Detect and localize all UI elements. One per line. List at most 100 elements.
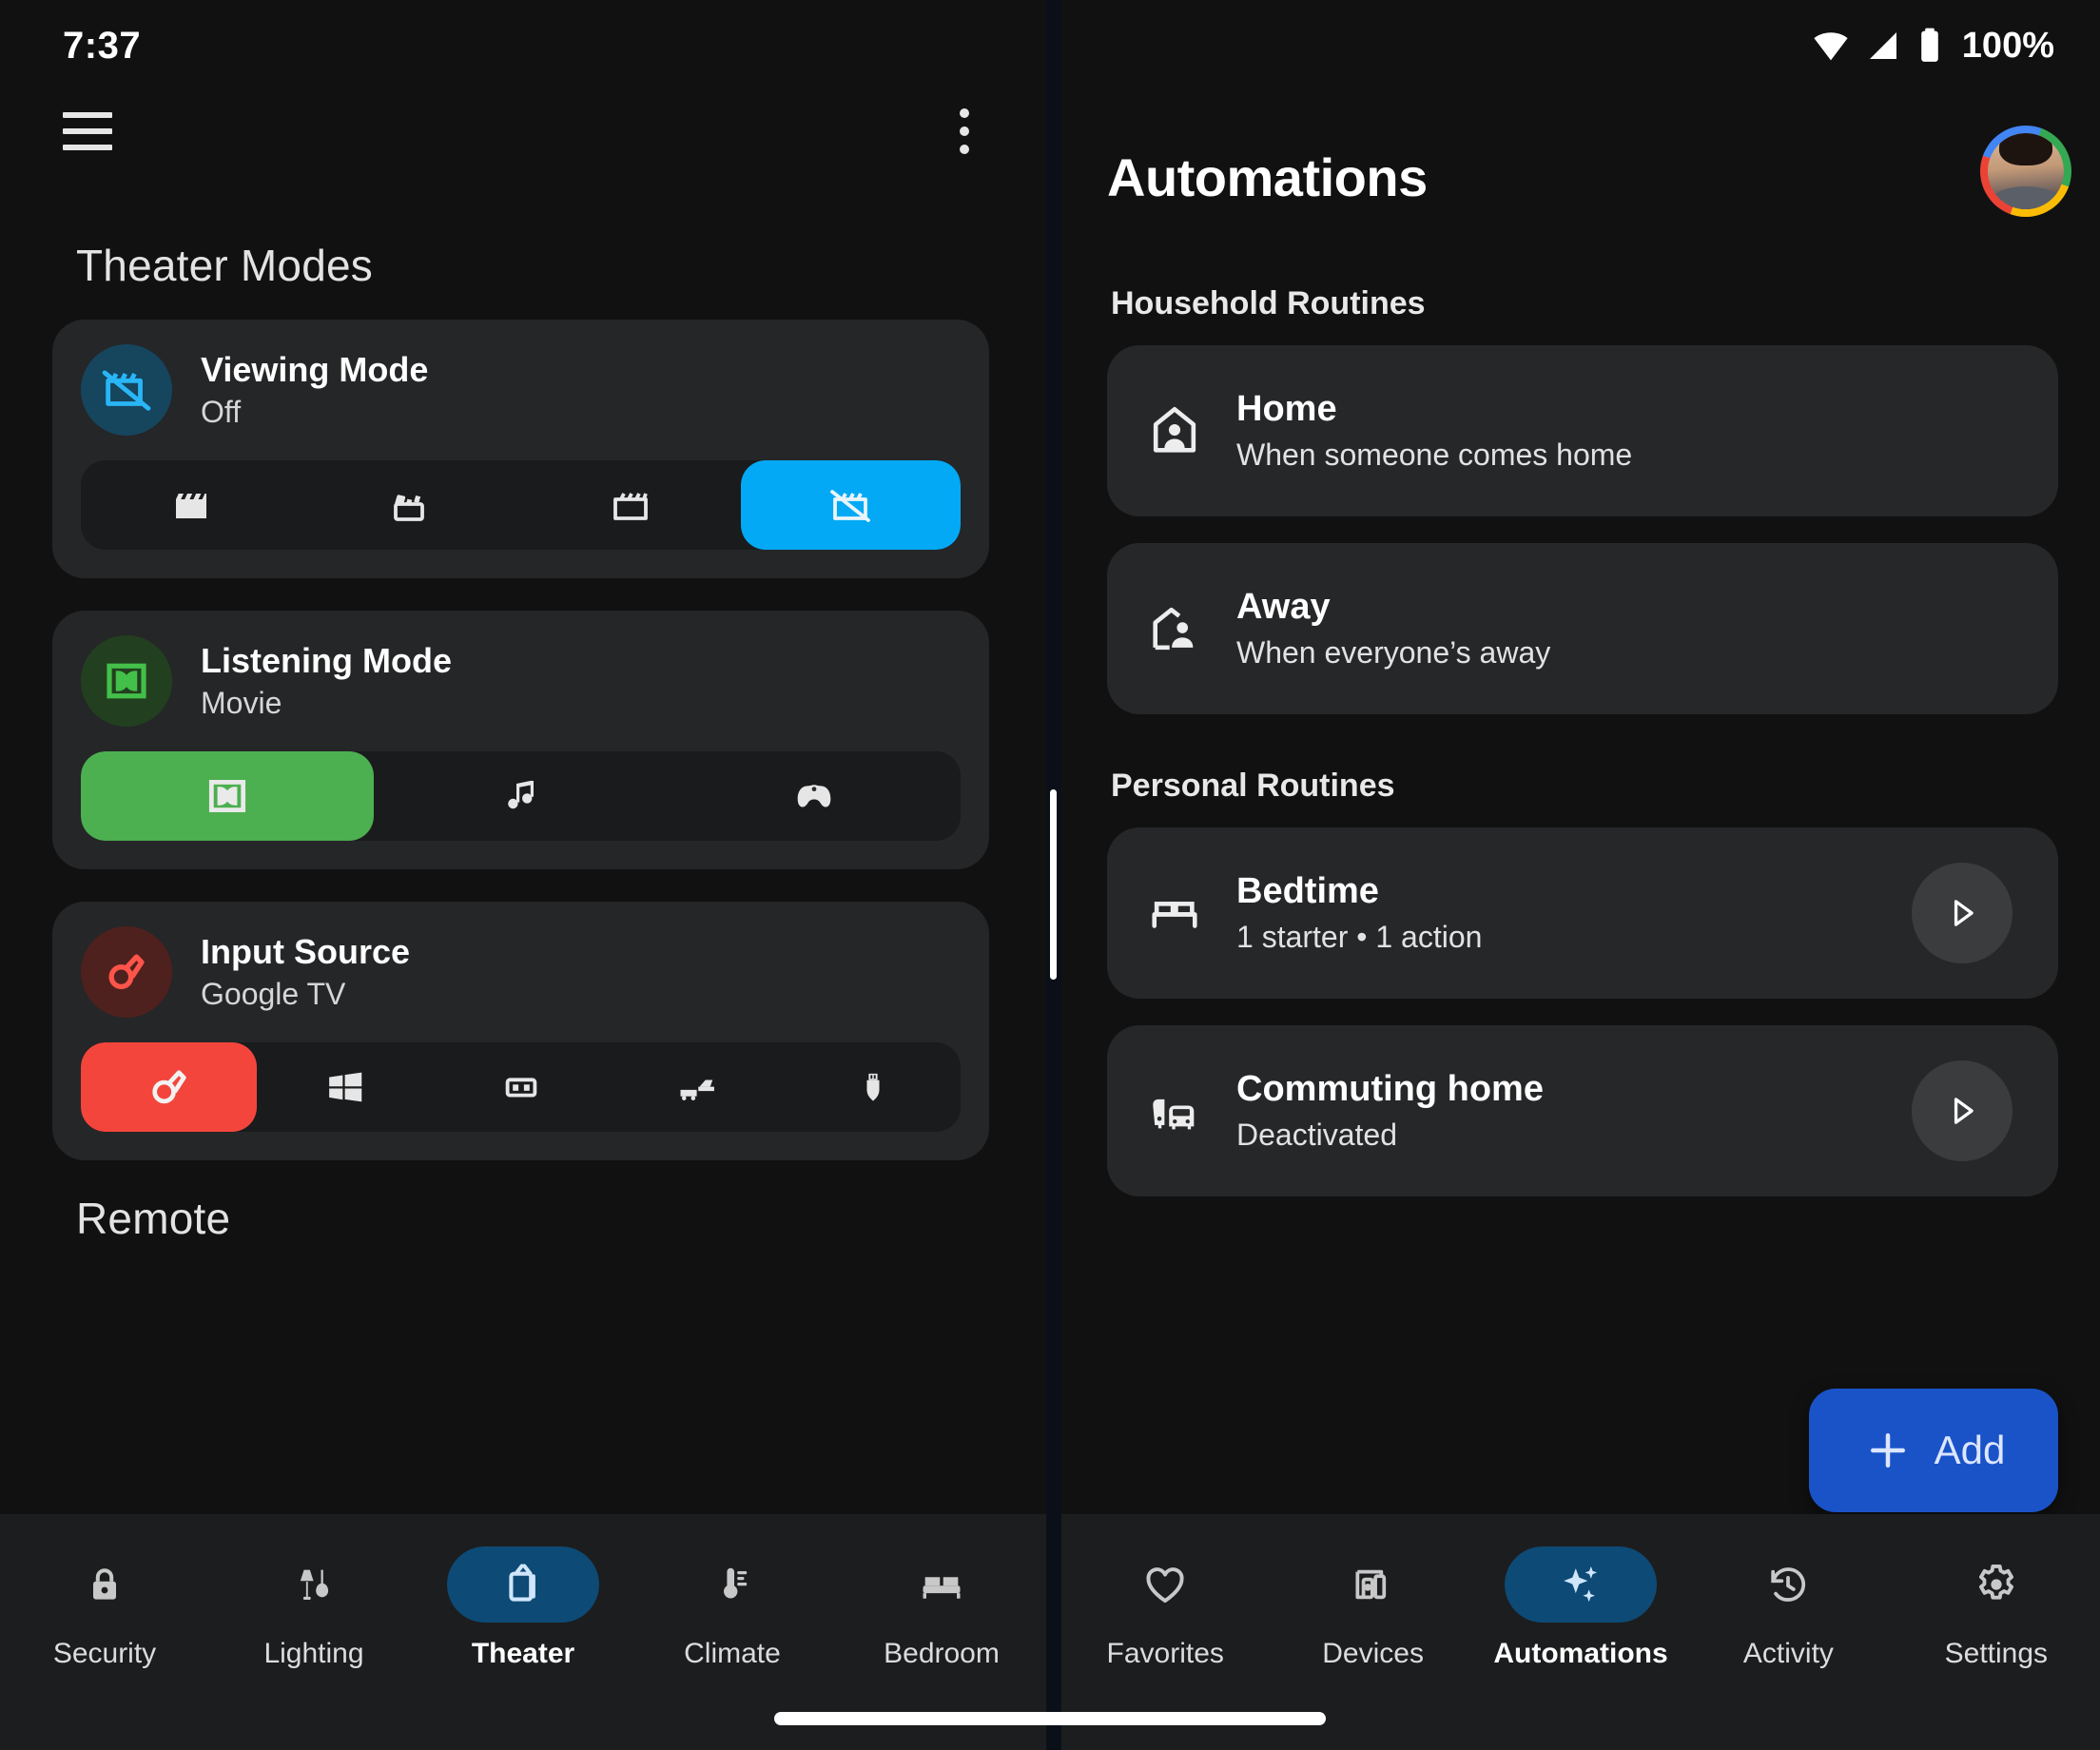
play-routine-button-bedtime[interactable]	[1912, 863, 2012, 963]
segment-clapper-outline[interactable]	[521, 460, 741, 550]
routine-text-bedtime: Bedtime 1 starter • 1 action	[1236, 871, 1482, 955]
routine-title-commuting-home: Commuting home	[1236, 1069, 1544, 1109]
status-clock: 7:37	[63, 24, 142, 67]
nav-item-activity[interactable]: Activity	[1684, 1546, 1892, 1670]
nav-item-settings[interactable]: Settings	[1893, 1546, 2100, 1670]
remote-heading: Remote	[76, 1194, 231, 1243]
segment-gamepad[interactable]	[668, 751, 961, 841]
gear-icon	[1920, 1546, 2072, 1623]
viewing-mode-texts: Viewing Mode Off	[201, 350, 428, 430]
nav-item-devices[interactable]: Devices	[1269, 1546, 1476, 1670]
house-away-icon	[1141, 601, 1208, 656]
segment-windows[interactable]	[257, 1042, 433, 1132]
routine-title-away: Away	[1236, 587, 1331, 627]
segment-dolby[interactable]	[81, 751, 375, 841]
bed-icon	[865, 1546, 1018, 1623]
nav-label-devices: Devices	[1322, 1638, 1424, 1669]
google-tv-icon	[81, 926, 172, 1018]
tv-icon	[447, 1546, 599, 1623]
viewing-mode-header: Viewing Mode Off	[52, 344, 989, 436]
segment-hdmi-plug[interactable]	[785, 1042, 961, 1132]
routine-title-bedtime: Bedtime	[1236, 871, 1379, 911]
routine-card-bedtime[interactable]: Bedtime 1 starter • 1 action	[1107, 827, 2058, 999]
listening-mode-title: Listening Mode	[201, 640, 452, 680]
status-icons: 100%	[1810, 25, 2054, 67]
nav-label-settings: Settings	[1944, 1638, 2049, 1669]
input-source-title: Input Source	[201, 931, 411, 971]
nav-label-bedroom: Bedroom	[884, 1638, 1000, 1669]
segment-movie-off[interactable]	[740, 460, 961, 550]
listening-mode-card[interactable]: Listening Mode Movie	[52, 611, 989, 869]
routine-card-commuting-home[interactable]: Commuting home Deactivated	[1107, 1025, 2058, 1196]
nav-label-favorites: Favorites	[1106, 1638, 1224, 1669]
nav-label-theater: Theater	[471, 1638, 575, 1669]
nav-label-security: Security	[52, 1638, 157, 1669]
add-automation-fab[interactable]: Add	[1809, 1389, 2058, 1512]
routine-sub-home: When someone comes home	[1236, 438, 1633, 472]
segment-google-tv[interactable]	[81, 1042, 257, 1132]
nav-item-automations[interactable]: Automations	[1477, 1546, 1684, 1670]
nav-item-climate[interactable]: Climate	[628, 1546, 837, 1670]
routine-sub-bedtime: 1 starter • 1 action	[1236, 920, 1483, 954]
routine-sub-commuting-home: Deactivated	[1236, 1118, 1397, 1152]
segment-music[interactable]	[374, 751, 667, 841]
segment-soundbar[interactable]	[609, 1042, 785, 1132]
movie-off-icon	[81, 344, 172, 436]
segment-clapper-filled[interactable]	[81, 460, 301, 550]
right-app-bar: Automations	[1061, 91, 2100, 262]
viewing-mode-status: Off	[201, 395, 242, 430]
theater-modes-heading: Theater Modes	[76, 241, 373, 290]
more-vert-icon[interactable]	[940, 108, 989, 158]
viewing-mode-segmented-control	[81, 460, 961, 550]
left-app-bar	[0, 91, 1046, 196]
split-divider[interactable]	[1046, 0, 1061, 1750]
group-label-household: Household Routines	[1111, 285, 1426, 321]
history-icon	[1712, 1546, 1864, 1623]
routine-text-commuting-home: Commuting home Deactivated	[1236, 1069, 1544, 1153]
segment-media-player[interactable]	[433, 1042, 609, 1132]
wifi-icon	[1814, 32, 1848, 61]
battery-full-icon	[1920, 28, 1938, 62]
nav-item-theater[interactable]: Theater	[418, 1546, 628, 1670]
nav-label-climate: Climate	[684, 1638, 781, 1669]
listening-mode-status: Movie	[201, 686, 282, 721]
group-label-personal: Personal Routines	[1111, 768, 1395, 804]
gesture-navigation-bar[interactable]	[774, 1712, 1326, 1725]
left-pane-theater-app: 7:37 Theater Modes Viewing Mode Off List…	[0, 0, 1046, 1750]
nav-label-activity: Activity	[1742, 1638, 1834, 1669]
bed-icon	[1141, 885, 1208, 941]
sparkles-icon	[1505, 1546, 1658, 1623]
play-routine-button-commuting-home[interactable]	[1912, 1060, 2012, 1161]
nav-label-automations: Automations	[1493, 1638, 1668, 1669]
page-title: Automations	[1107, 146, 1428, 207]
listening-mode-segmented-control	[81, 751, 961, 841]
home-person-icon	[1141, 403, 1208, 458]
viewing-mode-title: Viewing Mode	[201, 349, 429, 389]
nav-item-favorites[interactable]: Favorites	[1061, 1546, 1269, 1670]
avatar-image	[1988, 133, 2064, 209]
listening-mode-texts: Listening Mode Movie	[201, 641, 452, 721]
split-screen-root: 7:37 Theater Modes Viewing Mode Off List…	[0, 0, 2100, 1750]
input-source-card[interactable]: Input Source Google TV	[52, 902, 989, 1160]
viewing-mode-card[interactable]: Viewing Mode Off	[52, 320, 989, 578]
nav-item-security[interactable]: Security	[0, 1546, 209, 1670]
add-automation-label: Add	[1934, 1428, 2006, 1472]
right-pane-automations-app: 100% Automations Household Routines Home…	[1061, 0, 2100, 1750]
split-drag-handle[interactable]	[1050, 789, 1057, 980]
nav-item-lighting[interactable]: Lighting	[209, 1546, 418, 1670]
input-source-segmented-control	[81, 1042, 961, 1132]
input-source-header: Input Source Google TV	[52, 926, 989, 1018]
routine-card-home[interactable]: Home When someone comes home	[1107, 345, 2058, 516]
routine-card-away[interactable]: Away When everyone’s away	[1107, 543, 2058, 714]
cell-signal-icon	[1869, 32, 1896, 59]
nav-item-bedroom[interactable]: Bedroom	[837, 1546, 1046, 1670]
hamburger-menu-icon[interactable]	[63, 112, 112, 152]
thermostat-icon	[656, 1546, 808, 1623]
routine-text-away: Away When everyone’s away	[1236, 587, 1550, 671]
routine-text-home: Home When someone comes home	[1236, 389, 1632, 473]
listening-mode-header: Listening Mode Movie	[52, 635, 989, 727]
segment-clapper-open[interactable]	[301, 460, 520, 550]
avatar[interactable]	[1980, 126, 2071, 217]
battery-percent: 100%	[1961, 25, 2054, 66]
input-source-status: Google TV	[201, 977, 346, 1012]
